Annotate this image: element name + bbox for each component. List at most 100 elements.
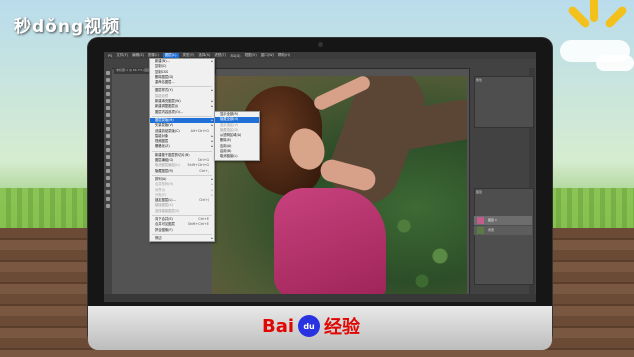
mask-submenu-item-label: 应用(A)	[220, 143, 232, 148]
baidu-text-right: 经验	[324, 317, 361, 338]
layer-menu-item-label: 合并可见图层	[155, 222, 175, 227]
mask-submenu-item-label: 从透明区域(A)	[220, 133, 242, 138]
layer-menu-item: 选择链接图层(S)	[150, 209, 214, 214]
layer-menu-item-label: 排列(A)	[155, 176, 167, 181]
layer-mask-submenu: 显示全部(R) 隐藏全部(H) 显示选区(V) 隐藏选区(D) 从透明区域(A) 删除(E…	[214, 111, 260, 161]
layer-row-1[interactable]: 图层 1	[474, 216, 532, 225]
pen-tool-icon[interactable]	[106, 169, 110, 173]
layer-menu-item-label: 合并形状(H)	[155, 182, 174, 187]
layer-menu-item[interactable]: 重命名图层...	[150, 80, 214, 85]
healing-tool-icon[interactable]	[106, 113, 110, 117]
submenu-arrow-icon: ▸	[211, 144, 213, 149]
layer-menu-item-label: 选择链接图层(S)	[155, 208, 180, 213]
layer-menu-item-label: 栅格化(Z)	[155, 144, 170, 149]
baidu-paw-icon: du	[298, 315, 321, 337]
menubar-item[interactable]: PS	[108, 54, 112, 58]
mask-submenu-item-label: 隐藏选区(D)	[220, 127, 239, 132]
layer-menu-item-label: 智能对象	[155, 133, 169, 138]
layer-menu-item-label: 视频图层	[155, 139, 169, 144]
layer-menu-item-label: 新建调整图层(J)	[155, 104, 179, 109]
layer-menu-item-label: 链接图层(K)	[155, 203, 173, 208]
layer-menu-item-label: 新建基于图层的切片(B)	[155, 152, 190, 157]
hand-tool-icon[interactable]	[106, 197, 110, 201]
photo-dress	[274, 188, 386, 296]
blur-tool-icon[interactable]	[106, 155, 110, 159]
layer-menu-item-label: 向下合并(E)	[155, 217, 173, 222]
layer-menu-item-label: 分布(T)	[155, 192, 167, 197]
properties-panel-title[interactable]: 属性	[476, 78, 482, 82]
stamp-tool-icon[interactable]	[106, 127, 110, 131]
lasso-tool-icon[interactable]	[106, 85, 110, 89]
submenu-arrow-icon: ▸	[211, 235, 213, 240]
mask-submenu-item-label: 显示全部(R)	[220, 112, 239, 116]
menu-separator	[152, 215, 212, 217]
shape-tool-icon[interactable]	[106, 190, 110, 194]
layer-row-background[interactable]: 背景	[474, 226, 532, 235]
layer-menu-item-label: 创建剪贴蒙版(C)	[155, 128, 180, 133]
layer-menu-item-label: 重命名图层...	[155, 80, 175, 85]
menubar-item[interactable]: 滤镜(T)	[214, 53, 226, 58]
video-watermark: 秒dǒng视频	[14, 17, 121, 37]
zoom-tool-icon[interactable]	[106, 204, 110, 208]
menubar-item[interactable]: 文件(F)	[116, 53, 128, 58]
layer-menu-item-label: 锁定图层(L)...	[155, 198, 176, 203]
layer-menu-item-label: 图层蒙版(M)	[155, 117, 174, 122]
tools-panel	[104, 68, 112, 294]
mask-submenu-item-label: 取消链接(L)	[220, 154, 238, 159]
layer-menu-item[interactable]: 拼合图像(F)	[150, 228, 214, 233]
layer-menu-item[interactable]: 图层内容选项(O)...	[150, 110, 214, 115]
menu-separator	[152, 233, 212, 235]
layer-menu-item-label: 隐藏图层(R)	[155, 168, 174, 173]
menu-separator	[152, 115, 212, 117]
menubar-item[interactable]: 窗口(W)	[261, 53, 274, 58]
move-tool-icon[interactable]	[106, 71, 110, 75]
mask-submenu-item-label: 显示选区(V)	[220, 122, 239, 127]
layer-menu-item-label: 删除图层(D)	[155, 74, 174, 79]
layer-name: 图层 1	[488, 218, 497, 222]
layer-thumbnail	[477, 227, 484, 234]
shortcut-label: Ctrl+,	[199, 168, 209, 173]
marquee-tool-icon[interactable]	[106, 78, 110, 82]
layer-menu-item-label: 复制(C)	[155, 64, 167, 69]
menubar-item[interactable]: 视图(V)	[245, 53, 257, 58]
menubar-item[interactable]: 3D(D)	[230, 54, 240, 58]
mask-submenu-item-label: 启用(B)	[220, 149, 232, 154]
mask-submenu-item-label: 删除(E)	[220, 138, 232, 143]
status-bar	[104, 294, 536, 302]
history-brush-icon[interactable]	[106, 134, 110, 138]
brush-tool-icon[interactable]	[106, 120, 110, 124]
layer-name: 背景	[488, 228, 495, 232]
layer-menu-item[interactable]: 栅格化(Z) ▸	[150, 144, 214, 149]
menu-separator	[152, 150, 212, 152]
sky-cloud-2	[596, 55, 634, 71]
layer-menu-item-label: 对齐(I)	[155, 187, 166, 192]
layer-menu-item-label: 图层编组(G)	[155, 158, 174, 163]
layer-menu-item[interactable]: 隐藏图层(R) Ctrl+,	[150, 169, 214, 174]
layer-menu-dropdown: 新建(N)... ▸ 复制(C) 复制CSS 删除图层(D) 重命名图层... 图层样式(Y…	[149, 58, 215, 243]
layers-panel	[474, 188, 534, 285]
eyedropper-tool-icon[interactable]	[106, 106, 110, 110]
layers-panel-title[interactable]: 图层	[476, 190, 482, 194]
layer-menu-item-label: 新建(N)...	[155, 59, 170, 63]
baidu-logo: Bai du 经验	[262, 313, 360, 339]
menubar-item[interactable]: 帮助(H)	[278, 53, 290, 58]
layer-menu-item-label: 取消图层编组(U)	[155, 163, 180, 168]
layer-menu-item-label: 复制CSS	[155, 69, 169, 74]
layer-menu-item-label: 拼合图像(F)	[155, 227, 173, 232]
mask-submenu-item[interactable]: 取消链接(L)	[215, 154, 259, 159]
layer-menu-item-label: 新建填充图层(W)	[155, 99, 181, 104]
eraser-tool-icon[interactable]	[106, 141, 110, 145]
camera-dot	[318, 42, 323, 47]
dodge-tool-icon[interactable]	[106, 162, 110, 166]
type-tool-icon[interactable]	[106, 176, 110, 180]
path-select-tool-icon[interactable]	[106, 183, 110, 187]
crop-tool-icon[interactable]	[106, 99, 110, 103]
quick-select-tool-icon[interactable]	[106, 92, 110, 96]
gradient-tool-icon[interactable]	[106, 148, 110, 152]
baidu-text-left: Bai	[262, 315, 295, 337]
document-canvas[interactable]	[212, 76, 467, 296]
menu-separator	[152, 174, 212, 176]
layer-menu-item[interactable]: 修边 ▸	[150, 236, 214, 241]
layer-menu-item-label: 修边	[155, 235, 162, 240]
menubar-item[interactable]: 编辑(E)	[132, 53, 144, 58]
